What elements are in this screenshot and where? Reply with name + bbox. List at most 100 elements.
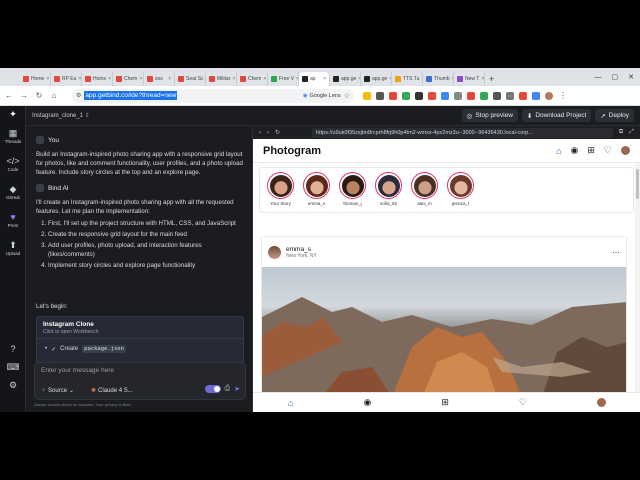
upload-icon[interactable]: ⊞ [441, 397, 449, 408]
close-window-icon[interactable]: ✕ [628, 73, 634, 81]
post-photo[interactable] [262, 267, 626, 395]
sidebar-item-github[interactable]: ◆ GitHub [0, 184, 26, 200]
google-lens-button[interactable]: ◉ Google Lens [303, 93, 341, 99]
download-project-button[interactable]: ⬇ Download Project [521, 109, 592, 122]
post-username[interactable]: emma_s [286, 246, 317, 253]
extension-icon[interactable] [389, 91, 397, 100]
back-icon[interactable]: ← [4, 91, 14, 100]
browser-tab[interactable]: Chem × [113, 72, 144, 86]
forward-icon[interactable]: → [19, 91, 29, 100]
edit-icon[interactable]: ⇕ [85, 113, 90, 119]
story-circle[interactable]: alex_m [410, 172, 439, 208]
open-external-icon[interactable]: ⧉ [619, 129, 623, 136]
explore-icon[interactable]: ◉ [363, 397, 371, 408]
browser-tab[interactable]: Homs × [82, 72, 113, 86]
profile-avatar[interactable] [545, 91, 553, 100]
extension-icon[interactable] [402, 91, 410, 100]
close-icon[interactable]: × [78, 76, 81, 82]
extension-icon[interactable] [376, 91, 384, 100]
profile-avatar[interactable] [596, 398, 606, 407]
fullscreen-icon[interactable]: ⤢ [629, 129, 634, 136]
minimize-icon[interactable]: — [595, 74, 602, 81]
star-icon[interactable]: ☆ [344, 92, 350, 100]
extension-icon[interactable] [506, 91, 514, 100]
feature-toggle[interactable] [204, 385, 221, 393]
browser-tab[interactable]: Militar × [206, 72, 237, 86]
explore-icon[interactable]: ◉ [571, 145, 579, 156]
reload-icon[interactable]: ↻ [34, 91, 44, 100]
home-icon[interactable]: ⌂ [288, 398, 293, 408]
send-icon[interactable]: ➤ [234, 385, 240, 393]
preview-reload-icon[interactable]: ↻ [275, 129, 280, 136]
model-selector[interactable]: ✺ Claude 4 S... [91, 387, 133, 395]
help-icon[interactable]: ? [0, 344, 26, 355]
attach-icon[interactable]: ⎙ [225, 385, 231, 393]
extension-icon[interactable] [480, 91, 488, 100]
close-icon[interactable]: × [46, 76, 49, 82]
extension-icon[interactable] [493, 91, 501, 100]
browser-tab[interactable]: app.ge × [361, 72, 392, 86]
close-icon[interactable]: × [323, 76, 326, 82]
story-circle[interactable]: jessica_t [446, 172, 475, 208]
story-circle[interactable]: sofia_92 [374, 172, 403, 208]
story-circle[interactable]: emma_s [302, 172, 331, 208]
url-bar[interactable]: ⚙ app.getbind.co/ide?thread=new ◉ Google … [72, 88, 354, 103]
source-selector[interactable]: ⁘ Source ⌄ [41, 387, 74, 395]
upload-icon[interactable]: ⊞ [587, 145, 595, 156]
close-icon[interactable]: × [168, 76, 171, 82]
extension-icon[interactable] [441, 91, 449, 100]
profile-avatar[interactable] [621, 146, 630, 155]
post-avatar[interactable] [268, 245, 281, 259]
browser-tab[interactable]: app.ge × [330, 72, 361, 86]
preview-url[interactable]: https://u9uk0f35zsjbn8rcprh8fq9h0p4tm2-w… [312, 127, 613, 138]
workbench-artifact-card[interactable]: Instagram Clone Click to open Workbench … [36, 316, 244, 368]
extension-icon[interactable] [467, 91, 475, 100]
bind-logo[interactable]: ✦ [0, 109, 26, 120]
story-circle[interactable]: thomas_j [338, 172, 367, 208]
browser-tab[interactable]: RP Eu × [51, 72, 82, 86]
close-icon[interactable]: × [139, 76, 142, 82]
message-input[interactable] [41, 367, 221, 374]
extension-icon[interactable] [428, 91, 436, 100]
maximize-icon[interactable]: ▢ [612, 73, 619, 81]
url-text[interactable]: app.getbind.co/ide?thread=new [84, 91, 178, 100]
browser-tab[interactable]: Seat Sc× [175, 72, 206, 86]
heart-icon[interactable]: ♡ [604, 145, 612, 156]
sidebar-item-code[interactable]: </> Code [0, 156, 26, 172]
browser-tab[interactable]: Thumb× [423, 72, 454, 86]
browser-menu-icon[interactable]: ⋮ [558, 91, 568, 100]
sidebar-item-prem[interactable]: ♥ Prem [0, 212, 26, 228]
browser-tab[interactable]: Free V × [268, 72, 299, 86]
stop-preview-button[interactable]: ◎ Stop preview [461, 109, 518, 122]
home-icon[interactable]: ⌂ [556, 146, 561, 156]
sidebar-item-upload[interactable]: ⬆ Upload [0, 240, 26, 256]
browser-tab[interactable]: ap × [299, 72, 330, 86]
close-icon[interactable]: × [263, 76, 266, 82]
browser-tab[interactable]: TTS Tu× [392, 72, 423, 86]
preview-back-icon[interactable]: ‹ [259, 130, 261, 136]
browser-tab[interactable]: New T × [454, 72, 485, 86]
extension-icon[interactable] [519, 91, 527, 100]
app-logo[interactable]: Photogram [263, 145, 321, 157]
browser-tab[interactable]: Home × [20, 72, 51, 86]
story-circle[interactable]: Your Story [266, 172, 295, 208]
extension-icon[interactable] [415, 91, 423, 100]
more-options-icon[interactable]: ⋯ [612, 248, 620, 257]
preview-forward-icon[interactable]: › [267, 130, 269, 136]
browser-tab[interactable]: sos × [144, 72, 175, 86]
scrollbar[interactable] [635, 163, 640, 392]
extension-icon[interactable] [363, 91, 371, 100]
settings-icon[interactable]: ⚙ [0, 380, 26, 391]
close-icon[interactable]: × [108, 76, 111, 82]
keyboard-icon[interactable]: ⌨ [0, 362, 26, 373]
close-icon[interactable]: × [481, 76, 484, 82]
deploy-button[interactable]: ➚ Deploy [595, 109, 634, 122]
extension-icon[interactable] [532, 91, 540, 100]
home-icon[interactable]: ⌂ [49, 91, 59, 100]
project-name[interactable]: Instagram_clone_1 ⇕ [32, 112, 90, 119]
browser-tab[interactable]: Chem × [237, 72, 268, 86]
extension-icon[interactable] [454, 91, 462, 100]
heart-icon[interactable]: ♡ [519, 397, 527, 408]
new-tab-icon[interactable]: + [485, 72, 498, 86]
sidebar-item-threads[interactable]: ▦ Threads [0, 128, 26, 144]
